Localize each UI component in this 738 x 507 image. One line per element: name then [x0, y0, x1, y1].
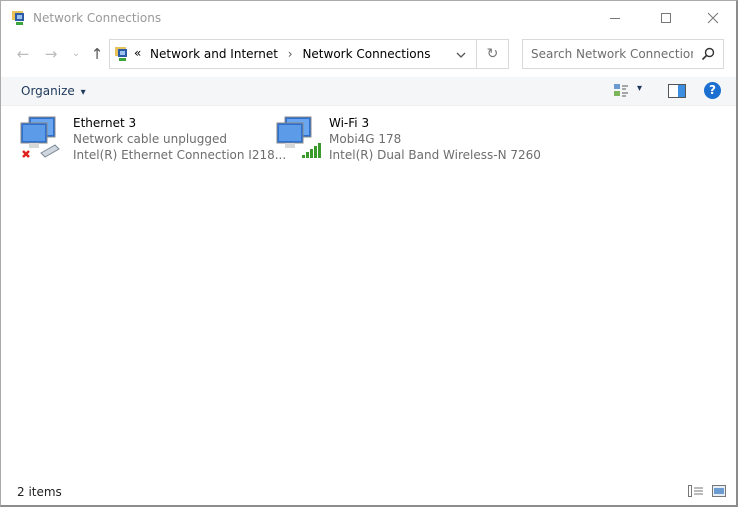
refresh-button[interactable]: ↻ — [477, 39, 509, 69]
connection-name: Ethernet 3 — [73, 116, 137, 130]
network-folder-icon — [115, 47, 127, 61]
search-input[interactable] — [523, 40, 693, 68]
search-icon[interactable] — [701, 47, 715, 61]
view-options-caret[interactable]: ▾ — [637, 83, 642, 94]
maximize-icon — [661, 13, 671, 23]
item-count: 2 items — [17, 485, 62, 499]
up-button[interactable]: ↑ — [87, 45, 107, 63]
network-connections-window: Network Connections ← → ⌄ ↑ « Network an… — [0, 0, 738, 507]
breadcrumb-network-connections[interactable]: Network Connections — [302, 47, 430, 61]
title-bar: Network Connections — [1, 1, 736, 35]
organize-caret-icon: ▾ — [80, 87, 86, 98]
help-button[interactable]: ? — [704, 82, 721, 99]
connection-item-wifi[interactable]: Wi-Fi 3 Mobi4G 178 Intel(R) Dual Band Wi… — [275, 115, 541, 165]
refresh-icon: ↻ — [486, 46, 499, 62]
close-button[interactable] — [691, 5, 735, 31]
connection-status: Network cable unplugged — [73, 132, 228, 146]
connection-device: Intel(R) Dual Band Wireless-N 7260 — [329, 148, 541, 162]
address-bar[interactable]: « Network and Internet › Network Connect… — [109, 39, 477, 69]
network-connections-app-icon — [12, 11, 24, 25]
search-box[interactable] — [522, 39, 724, 69]
connection-status: Mobi4G 178 — [329, 132, 402, 146]
window-title: Network Connections — [33, 11, 162, 25]
change-view-icon[interactable] — [613, 83, 629, 99]
organize-label: Organize — [21, 84, 75, 98]
breadcrumb: Network and Internet › Network Connectio… — [150, 47, 431, 61]
forward-button[interactable]: → — [41, 45, 61, 63]
chevron-down-icon[interactable] — [456, 51, 466, 59]
minimize-button[interactable] — [593, 5, 637, 31]
connection-name: Wi-Fi 3 — [329, 116, 370, 130]
connection-item-ethernet[interactable]: Ethernet 3 Network cable unplugged Intel… — [19, 115, 286, 165]
organize-menu[interactable]: Organize ▾ — [21, 84, 86, 98]
maximize-button[interactable] — [644, 5, 688, 31]
wifi-adapter-icon — [276, 116, 321, 158]
connections-list: Ethernet 3 Network cable unplugged Intel… — [1, 107, 736, 477]
back-button[interactable]: ← — [13, 45, 33, 63]
status-bar-view-buttons — [688, 485, 726, 497]
command-bar: Organize ▾ ▾ ? — [1, 77, 736, 106]
breadcrumb-separator[interactable]: › — [288, 47, 293, 61]
large-icons-view-icon[interactable] — [712, 485, 726, 497]
details-view-icon[interactable] — [688, 485, 704, 497]
overflow-chevron[interactable]: « — [134, 46, 141, 60]
ethernet-adapter-icon — [20, 116, 60, 158]
breadcrumb-network-and-internet[interactable]: Network and Internet — [150, 47, 278, 61]
close-icon — [707, 12, 719, 24]
minimize-icon — [610, 18, 620, 19]
preview-pane-icon[interactable] — [668, 84, 686, 98]
recent-locations-button[interactable]: ⌄ — [66, 45, 86, 63]
connection-device: Intel(R) Ethernet Connection I218... — [73, 148, 287, 162]
